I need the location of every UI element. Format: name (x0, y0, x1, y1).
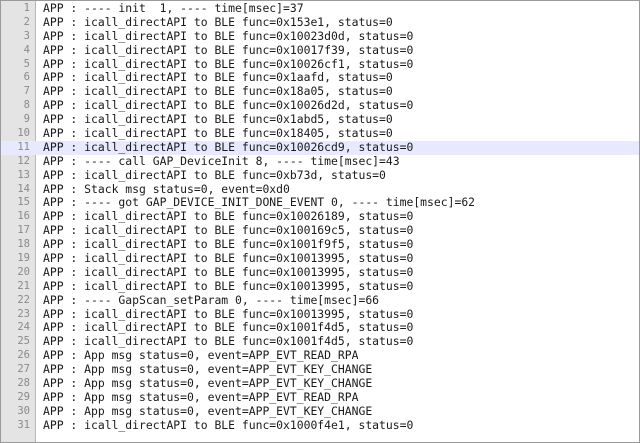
line-text: APP : icall_directAPI to BLE func=0x1001… (43, 223, 414, 238)
line-text: APP : App msg status=0, event=APP_EVT_RE… (43, 389, 359, 404)
log-line[interactable]: 12 APP : ---- call GAP_DeviceInit 8, ----… (1, 153, 639, 169)
line-text: APP : ---- init 1, ---- time[msec]=37 (43, 1, 304, 15)
log-line[interactable]: 9 APP : icall_directAPI to BLE func=0x1ab… (1, 112, 639, 127)
line-text: APP : icall_directAPI to BLE func=0x1001… (43, 42, 414, 57)
line-number: 1 (23, 2, 30, 14)
line-text: APP : icall_directAPI to BLE func=0x1002… (43, 98, 414, 113)
line-text: APP : icall_directAPI to BLE func=0x18a0… (43, 84, 393, 99)
log-line[interactable]: 8 APP : icall_directAPI to BLE func=0x100… (1, 98, 639, 113)
line-number: 13 (17, 168, 30, 181)
line-text: APP : icall_directAPI to BLE func=0x1002… (43, 139, 414, 154)
log-line[interactable]: 29 APP : App msg status=0, event=APP_EVT_… (1, 389, 639, 405)
log-line[interactable]: 14 APP : Stack msg status=0, event=0xd0 (1, 181, 639, 197)
line-number: 4 (23, 43, 30, 56)
log-line[interactable]: 10 APP : icall_directAPI to BLE func=0x18… (1, 126, 639, 141)
log-line[interactable]: 6 APP : icall_directAPI to BLE func=0x1aa… (1, 71, 639, 85)
line-number: 11 (17, 140, 30, 153)
line-text: APP : icall_directAPI to BLE func=0x1002… (43, 209, 414, 224)
line-text: APP : ---- call GAP_DeviceInit 8, ---- t… (43, 153, 400, 168)
line-number: 29 (17, 390, 30, 403)
line-number: 10 (17, 127, 30, 140)
line-number: 23 (17, 307, 30, 320)
line-text: APP : icall_directAPI to BLE func=0x153e… (43, 14, 393, 29)
line-number: 9 (23, 113, 30, 126)
line-number: 14 (17, 182, 30, 195)
line-number: 27 (17, 363, 30, 376)
line-number: 24 (17, 321, 30, 334)
line-number: 8 (23, 99, 30, 112)
line-text: APP : App msg status=0, event=APP_EVT_KE… (43, 376, 373, 391)
line-text: APP : ---- GapScan_setParam 0, ---- time… (43, 292, 380, 307)
line-number: 16 (17, 210, 30, 223)
line-text: APP : icall_directAPI to BLE func=0xb73d… (43, 167, 386, 182)
line-number: 25 (17, 335, 30, 348)
line-text: APP : icall_directAPI to BLE func=0x1aaf… (43, 70, 393, 85)
line-number: 6 (23, 71, 30, 84)
log-line[interactable]: 23 APP : icall_directAPI to BLE func=0x10… (1, 306, 639, 322)
line-number: 20 (17, 265, 30, 278)
log-line[interactable]: 22 APP : ---- GapScan_setParam 0, ---- ti… (1, 292, 639, 308)
line-text: APP : icall_directAPI to BLE func=0x1001… (43, 334, 414, 349)
log-line[interactable]: 18 APP : icall_directAPI to BLE func=0x10… (1, 237, 639, 252)
log-line[interactable]: 25 APP : icall_directAPI to BLE func=0x10… (1, 334, 639, 349)
line-number: 19 (17, 252, 30, 265)
log-editor[interactable]: 1 APP : ---- init 1, ---- time[msec]=37 2… (0, 0, 640, 443)
line-text: APP : icall_directAPI to BLE func=0x1001… (43, 306, 414, 321)
log-lines: 1 APP : ---- init 1, ---- time[msec]=37 2… (1, 1, 639, 433)
line-text: APP : icall_directAPI to BLE func=0x1840… (43, 126, 393, 141)
line-number: 31 (17, 418, 30, 431)
line-number: 26 (17, 349, 30, 362)
line-text: APP : App msg status=0, event=APP_EVT_KE… (43, 362, 373, 377)
line-text: APP : icall_directAPI to BLE func=0x1001… (43, 237, 414, 252)
line-number: 3 (23, 29, 30, 42)
log-line[interactable]: 27 APP : App msg status=0, event=APP_EVT_… (1, 362, 639, 377)
line-number: 21 (17, 279, 30, 292)
line-number: 12 (17, 154, 30, 167)
line-number: 28 (17, 377, 30, 390)
line-text: APP : icall_directAPI to BLE func=0x1002… (43, 56, 414, 71)
log-line[interactable]: 28 APP : App msg status=0, event=APP_EVT_… (1, 376, 639, 391)
line-text: APP : icall_directAPI to BLE func=0x1000… (43, 417, 414, 432)
log-line[interactable]: 30 APP : App msg status=0, event=APP_EVT_… (1, 403, 639, 419)
line-text: APP : icall_directAPI to BLE func=0x1002… (43, 28, 414, 43)
log-line[interactable]: 19 APP : icall_directAPI to BLE func=0x10… (1, 251, 639, 266)
log-line[interactable]: 15 APP : ---- got GAP_DEVICE_INIT_DONE_EV… (1, 196, 639, 210)
line-number: 18 (17, 238, 30, 251)
line-number: 30 (17, 404, 30, 417)
line-text: APP : ---- got GAP_DEVICE_INIT_DONE_EVEN… (43, 195, 476, 210)
log-line[interactable]: 5 APP : icall_directAPI to BLE func=0x100… (1, 56, 639, 72)
log-line[interactable]: 21 APP : icall_directAPI to BLE func=0x10… (1, 278, 639, 294)
log-line[interactable]: 20 APP : icall_directAPI to BLE func=0x10… (1, 264, 639, 280)
line-text: APP : Stack msg status=0, event=0xd0 (43, 181, 290, 196)
log-line[interactable]: 1 APP : ---- init 1, ---- time[msec]=37 (1, 1, 639, 16)
line-number: 22 (17, 293, 30, 306)
line-number: 15 (17, 196, 30, 209)
log-line[interactable]: 7 APP : icall_directAPI to BLE func=0x18a… (1, 84, 639, 99)
line-number: 7 (23, 85, 30, 98)
line-text: APP : icall_directAPI to BLE func=0x1abd… (43, 112, 393, 127)
log-line[interactable]: 31 APP : icall_directAPI to BLE func=0x10… (1, 417, 639, 433)
line-text: APP : icall_directAPI to BLE func=0x1001… (43, 278, 414, 293)
line-text: APP : App msg status=0, event=APP_EVT_RE… (43, 348, 359, 363)
log-line[interactable]: 16 APP : icall_directAPI to BLE func=0x10… (1, 209, 639, 224)
line-text: APP : icall_directAPI to BLE func=0x1001… (43, 251, 414, 266)
line-text: APP : App msg status=0, event=APP_EVT_KE… (43, 403, 373, 418)
log-line[interactable]: 24 APP : icall_directAPI to BLE func=0x10… (1, 321, 639, 335)
line-number: 2 (23, 15, 30, 28)
line-text: APP : icall_directAPI to BLE func=0x1001… (43, 264, 414, 279)
active-log-line[interactable]: 11 APP : icall_directAPI to BLE func=0x10… (1, 139, 639, 155)
log-line[interactable]: 3 APP : icall_directAPI to BLE func=0x100… (1, 28, 639, 44)
line-text: APP : icall_directAPI to BLE func=0x1001… (43, 320, 414, 335)
log-line[interactable]: 13 APP : icall_directAPI to BLE func=0xb7… (1, 167, 639, 183)
log-line[interactable]: 4 APP : icall_directAPI to BLE func=0x100… (1, 42, 639, 58)
line-number: 17 (17, 224, 30, 237)
log-line[interactable]: 2 APP : icall_directAPI to BLE func=0x153… (1, 14, 639, 30)
log-line[interactable]: 26 APP : App msg status=0, event=APP_EVT_… (1, 348, 639, 363)
log-line[interactable]: 17 APP : icall_directAPI to BLE func=0x10… (1, 223, 639, 238)
line-number: 5 (23, 57, 30, 70)
